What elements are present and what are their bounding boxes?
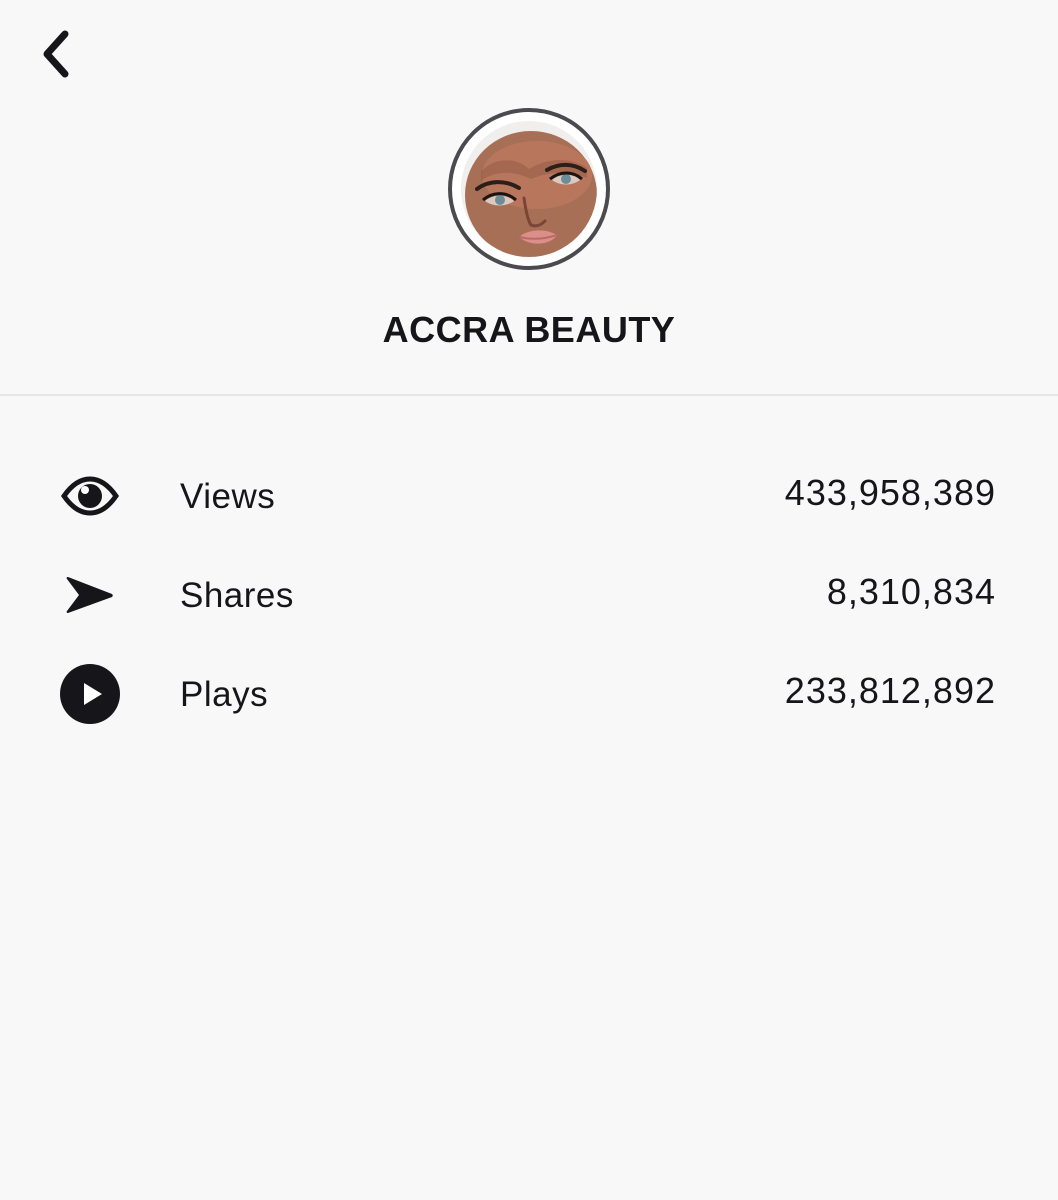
- avatar-ring[interactable]: [448, 108, 610, 270]
- stat-value: 233,812,892: [784, 670, 996, 711]
- play-circle-icon: [58, 662, 122, 726]
- stat-label: Views: [180, 477, 276, 516]
- stats-list: Views 433,958,389 Shares 8,310,834 Plays…: [0, 446, 1058, 743]
- stat-label: Shares: [180, 576, 294, 615]
- stat-label: Plays: [180, 675, 269, 714]
- stat-row-plays: Plays 233,812,892: [0, 644, 1058, 743]
- share-arrow-icon: [58, 563, 122, 627]
- stat-row-views: Views 433,958,389: [0, 446, 1058, 545]
- profile-name: ACCRA BEAUTY: [382, 309, 676, 350]
- avatar-image: [461, 121, 597, 257]
- stat-value: 8,310,834: [826, 571, 996, 612]
- profile-header: ACCRA BEAUTY: [0, 0, 1058, 396]
- stat-row-shares: Shares 8,310,834: [0, 545, 1058, 644]
- eye-icon: [58, 464, 122, 528]
- avatar: [461, 121, 597, 257]
- stat-value: 433,958,389: [784, 472, 996, 513]
